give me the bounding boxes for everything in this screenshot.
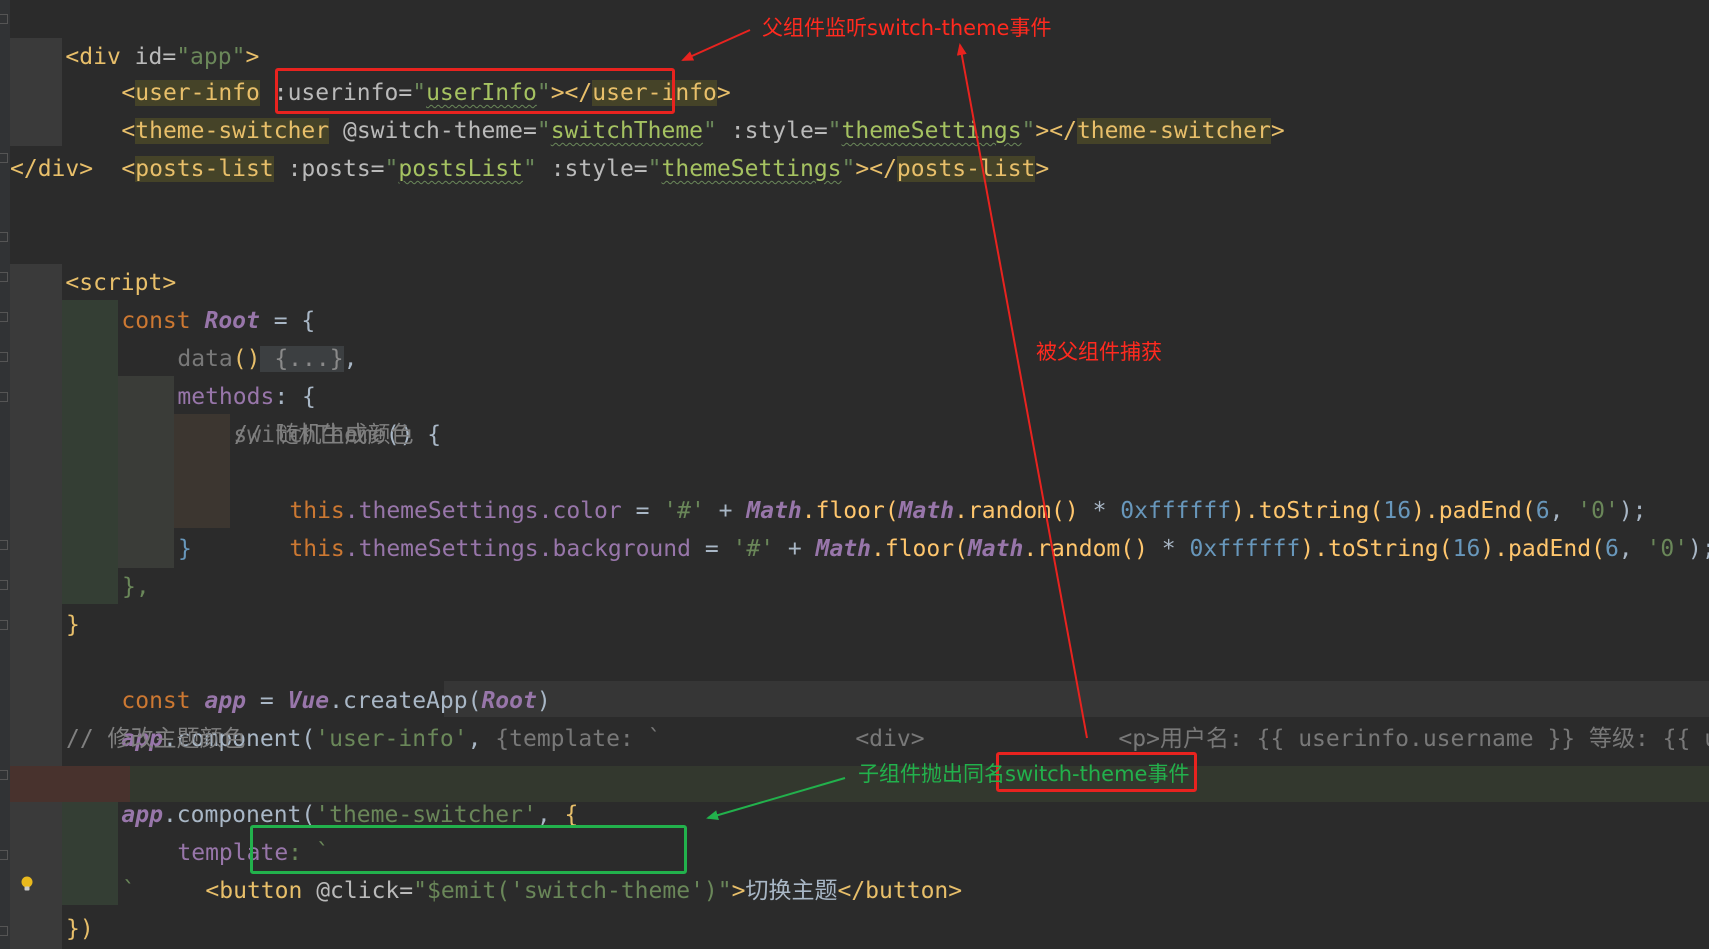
arrow-to-emit	[706, 777, 846, 820]
code-editor[interactable]: <div id="app"> <user-info :userinfo="use…	[0, 0, 1709, 949]
arrow-captured-by-parent	[956, 43, 1088, 739]
arrow-to-user-info	[681, 29, 751, 61]
annotation-arrows	[681, 29, 1088, 820]
